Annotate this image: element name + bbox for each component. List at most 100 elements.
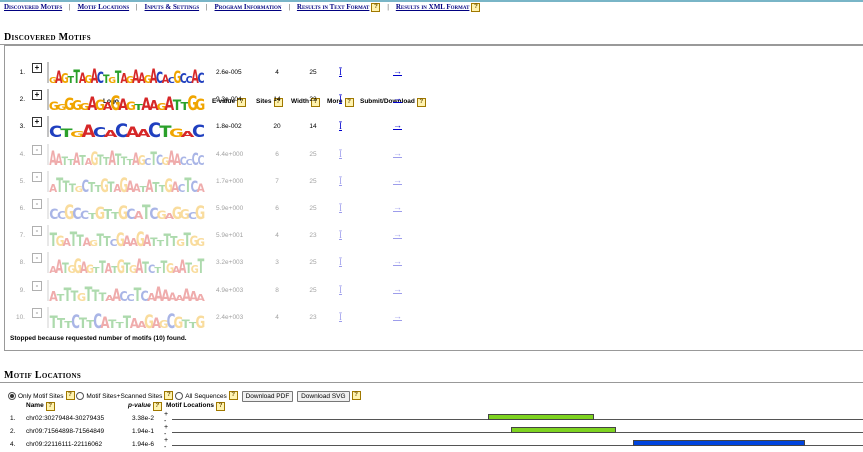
logo-letter: G: [195, 201, 205, 221]
toggle-box[interactable]: +: [32, 90, 42, 101]
loc-header-pvalue: p-value?: [128, 402, 162, 411]
logo-letter: G: [195, 97, 205, 112]
submit-download-link[interactable]: →: [393, 284, 402, 294]
motif-site-block[interactable]: [487, 414, 594, 420]
motif-site-block[interactable]: [510, 427, 617, 433]
motif-width: 23: [309, 96, 317, 104]
motif-logo: AT T TGT T TAACCTCAAAAAAAA: [47, 279, 205, 303]
submit-download-link[interactable]: →: [393, 120, 402, 130]
help-icon[interactable]: ?: [65, 391, 75, 400]
motif-number: 6.: [19, 205, 25, 212]
location-row: 4. chr09:22116111-22116062 1.94e-6 + -: [0, 437, 863, 451]
nav-link[interactable]: Results in Text Format: [297, 3, 369, 11]
toggle-box[interactable]: +: [32, 117, 42, 128]
motif-logo: AT T TGC T TGTAGAATAT TGAC T CA: [47, 170, 205, 194]
strand-plus: +: [164, 411, 169, 418]
logo-letter: C: [192, 123, 205, 140]
strand-plus: +: [164, 437, 169, 444]
motif-evalue: 4.9e+003: [216, 286, 244, 294]
more-link[interactable]: Ĭ: [339, 121, 342, 131]
location-number: 4.: [10, 441, 16, 448]
help-icon[interactable]: ?: [164, 391, 174, 400]
motif-width: 25: [309, 177, 317, 185]
nav-link[interactable]: Program Information: [215, 3, 282, 11]
submit-download-link[interactable]: →: [393, 175, 402, 185]
motif-row: 3. + C T G A C A C A A C T G A C 1.8e-002 20 14 Ĭ →: [5, 115, 445, 141]
more-link[interactable]: Ĭ: [339, 67, 342, 77]
option-all-sequences[interactable]: All Sequences?: [175, 391, 238, 401]
motif-width: 25: [309, 259, 317, 267]
motif-row: 5. - A T T T G C T T G T A G A A T A T T G A C T C A 1.7e+000 7 25 Ĭ →: [5, 170, 445, 196]
submit-download-link[interactable]: →: [393, 66, 402, 76]
toggle-box[interactable]: -: [32, 199, 42, 209]
toggle-box[interactable]: -: [32, 144, 42, 155]
help-icon[interactable]: ?: [216, 402, 226, 411]
motif-row: 6. - C C G C C T G T T G C A T C G A G G C G 5.9e+000 6 25 Ĭ →: [5, 197, 445, 223]
loc-header-motif-locations: Motif Locations?: [166, 402, 226, 411]
motif-row: 9. - A T T T G T T T A A C C T C A A A A A A A A 4.9e+003 8 25 Ĭ →: [5, 279, 445, 305]
motif-site-block[interactable]: [632, 440, 805, 446]
more-link[interactable]: Ĭ: [339, 94, 342, 104]
motif-evalue: 5.9e+001: [216, 232, 244, 240]
location-number: 1.: [10, 415, 16, 422]
logo-letter: G: [196, 236, 205, 248]
toggle-box[interactable]: -: [32, 226, 42, 237]
radio-icon[interactable]: [8, 392, 16, 401]
more-link[interactable]: Ĭ: [339, 230, 342, 240]
motif-logo: CTGACACAACTGAC: [47, 116, 205, 140]
motif-sites: 6: [275, 150, 279, 158]
nav-link[interactable]: Inputs & Settings: [145, 3, 200, 11]
motif-number: 3.: [19, 123, 25, 131]
option-only-motif-sites[interactable]: Only Motif Sites?: [8, 391, 75, 401]
more-link[interactable]: Ĭ: [339, 149, 342, 159]
motif-number: 4.: [19, 150, 25, 158]
motif-sites: 14: [273, 96, 281, 104]
submit-download-link[interactable]: →: [393, 311, 402, 321]
toggle-box[interactable]: -: [32, 253, 42, 264]
download-pdf-button[interactable]: Download PDF: [241, 391, 294, 402]
help-icon[interactable]: ?: [351, 391, 361, 400]
more-link[interactable]: Ĭ: [339, 257, 342, 267]
motif-number: 8.: [19, 259, 25, 267]
help-icon[interactable]: ?: [471, 3, 481, 12]
radio-icon[interactable]: [76, 392, 85, 401]
more-link[interactable]: Ĭ: [339, 285, 342, 295]
option-motif-scanned-sites[interactable]: Motif Sites+Scanned Sites?: [76, 391, 174, 401]
more-link[interactable]: Ĭ: [339, 176, 342, 186]
help-icon[interactable]: ?: [228, 391, 238, 400]
help-icon[interactable]: ?: [371, 3, 381, 12]
motif-row: 8. - A A T G G A G T T A T G T G A T C T T G A A T G T 3.2e+003 3 25 Ĭ…: [5, 251, 445, 277]
strand-minus: -: [164, 444, 167, 451]
submit-download-link[interactable]: →: [393, 229, 402, 239]
nav-link[interactable]: Motif Locations: [78, 3, 130, 11]
toggle-box[interactable]: +: [32, 63, 42, 73]
sequence-name[interactable]: chr02:30279484-30279435: [26, 415, 104, 422]
help-icon[interactable]: ?: [45, 402, 55, 411]
submit-download-link[interactable]: →: [393, 202, 402, 212]
motif-evalue: 9.3e-004: [216, 96, 242, 104]
motif-width: 14: [309, 123, 317, 131]
discovered-motifs-panel: Logo E-value? Sites? Width? More? Submit…: [4, 45, 863, 351]
sequence-pvalue: 1.94e-1: [132, 428, 155, 435]
more-link[interactable]: Ĭ: [339, 203, 342, 213]
sequence-name[interactable]: chr09:71564898-71564849: [26, 428, 104, 435]
radio-icon[interactable]: [175, 392, 184, 401]
sequence-name[interactable]: chr09:22116111-22116062: [26, 441, 102, 448]
toggle-box[interactable]: -: [32, 307, 42, 318]
submit-download-link[interactable]: →: [393, 93, 402, 103]
submit-download-link[interactable]: →: [393, 148, 402, 158]
motif-evalue: 5.9e+000: [216, 205, 244, 212]
motif-number: 1.: [19, 69, 25, 76]
download-svg-button[interactable]: Download SVG: [297, 391, 350, 402]
nav-link[interactable]: Discovered Motifs: [4, 3, 62, 11]
motif-number: 10.: [15, 313, 25, 321]
motif-row: 1. + G A G T T A G A C T G T A G A A G A C A C G C C A C 2.6e-005 4 25…: [5, 61, 445, 87]
nav-link[interactable]: Results in XML Format: [396, 3, 470, 11]
nav-separator: |: [288, 3, 290, 11]
more-link[interactable]: Ĭ: [339, 312, 342, 322]
help-icon[interactable]: ?: [152, 402, 162, 411]
toggle-box[interactable]: -: [32, 280, 42, 291]
submit-download-link[interactable]: →: [393, 256, 402, 266]
toggle-box[interactable]: -: [32, 171, 42, 182]
sequence-pvalue: 3.38e-2: [132, 415, 155, 422]
